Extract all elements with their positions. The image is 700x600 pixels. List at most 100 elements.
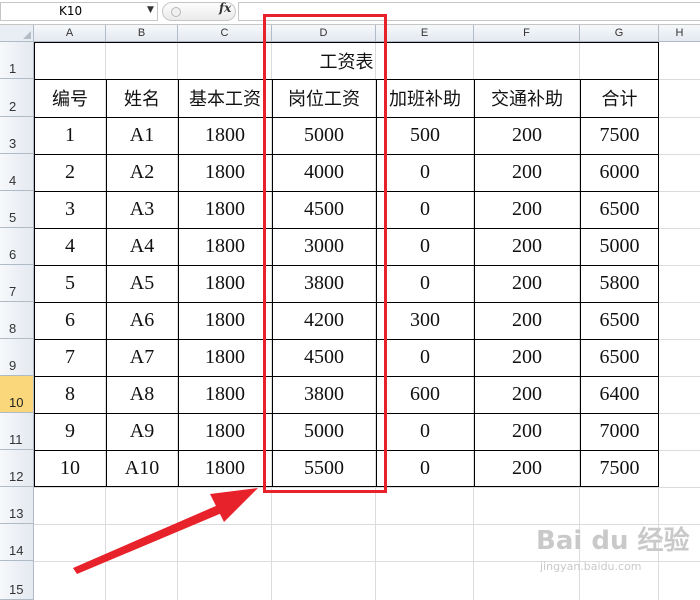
column-header-a[interactable]: A bbox=[34, 25, 106, 42]
table-cell[interactable]: 10 bbox=[34, 450, 106, 487]
table-cell[interactable]: 5000 bbox=[272, 117, 376, 154]
table-cell[interactable]: 4000 bbox=[272, 154, 376, 191]
table-cell[interactable]: A1 bbox=[106, 117, 178, 154]
table-cell[interactable]: 6500 bbox=[580, 302, 659, 339]
table-cell[interactable]: 4200 bbox=[272, 302, 376, 339]
table-cell[interactable]: 0 bbox=[376, 413, 474, 450]
table-cell[interactable]: 7500 bbox=[580, 450, 659, 487]
table-cell[interactable]: 4 bbox=[34, 228, 106, 265]
table-cell[interactable]: 5 bbox=[34, 265, 106, 302]
table-cell[interactable]: 1800 bbox=[178, 376, 272, 413]
table-cell[interactable]: 1800 bbox=[178, 191, 272, 228]
table-cell[interactable]: A2 bbox=[106, 154, 178, 191]
table-cell[interactable]: 200 bbox=[474, 265, 580, 302]
table-cell[interactable]: 200 bbox=[474, 302, 580, 339]
row-header-5[interactable]: 5 bbox=[0, 191, 34, 228]
header-cell[interactable]: 姓名 bbox=[106, 79, 178, 117]
insert-function-icon[interactable]: fx bbox=[219, 1, 231, 15]
column-header-c[interactable]: C bbox=[178, 25, 272, 42]
table-cell[interactable]: 0 bbox=[376, 265, 474, 302]
table-cell[interactable]: 9 bbox=[34, 413, 106, 450]
table-cell[interactable]: 1800 bbox=[178, 339, 272, 376]
table-cell[interactable]: 0 bbox=[376, 191, 474, 228]
table-cell[interactable]: 1800 bbox=[178, 413, 272, 450]
row-header-3[interactable]: 3 bbox=[0, 117, 34, 154]
table-cell[interactable]: 3800 bbox=[272, 265, 376, 302]
table-cell[interactable]: A5 bbox=[106, 265, 178, 302]
table-cell[interactable]: A10 bbox=[106, 450, 178, 487]
header-cell[interactable]: 基本工资 bbox=[178, 79, 272, 117]
row-header-10[interactable]: 10 bbox=[0, 376, 34, 413]
table-cell[interactable]: 200 bbox=[474, 339, 580, 376]
column-header-h[interactable]: H bbox=[659, 25, 700, 42]
table-cell[interactable]: 3800 bbox=[272, 376, 376, 413]
table-cell[interactable]: 7500 bbox=[580, 117, 659, 154]
formula-input[interactable] bbox=[238, 2, 700, 21]
row-header-2[interactable]: 2 bbox=[0, 79, 34, 117]
table-cell[interactable]: 7 bbox=[34, 339, 106, 376]
row-header-6[interactable]: 6 bbox=[0, 228, 34, 265]
table-cell[interactable]: 200 bbox=[474, 376, 580, 413]
table-cell[interactable]: 200 bbox=[474, 228, 580, 265]
table-cell[interactable]: 4500 bbox=[272, 339, 376, 376]
table-cell[interactable]: 0 bbox=[376, 339, 474, 376]
table-cell[interactable]: 1 bbox=[34, 117, 106, 154]
table-cell[interactable]: 6000 bbox=[580, 154, 659, 191]
table-cell[interactable]: 8 bbox=[34, 376, 106, 413]
header-cell[interactable]: 岗位工资 bbox=[272, 79, 376, 117]
table-cell[interactable]: 6 bbox=[34, 302, 106, 339]
name-box[interactable]: K10 ▼ bbox=[0, 2, 158, 21]
table-cell[interactable]: 0 bbox=[376, 228, 474, 265]
row-header-13[interactable]: 13 bbox=[0, 487, 34, 524]
header-cell[interactable]: 交通补助 bbox=[474, 79, 580, 117]
table-cell[interactable]: 200 bbox=[474, 117, 580, 154]
row-header-12[interactable]: 12 bbox=[0, 450, 34, 487]
table-cell[interactable]: 5000 bbox=[580, 228, 659, 265]
table-cell[interactable]: A4 bbox=[106, 228, 178, 265]
name-box-dropdown-icon[interactable]: ▼ bbox=[147, 5, 154, 15]
select-all-corner[interactable] bbox=[0, 25, 34, 42]
row-header-1[interactable]: 1 bbox=[0, 42, 34, 79]
table-cell[interactable]: 1800 bbox=[178, 228, 272, 265]
row-header-14[interactable]: 14 bbox=[0, 524, 34, 561]
row-header-15[interactable]: 15 bbox=[0, 561, 34, 600]
table-cell[interactable]: 200 bbox=[474, 191, 580, 228]
table-cell[interactable]: 300 bbox=[376, 302, 474, 339]
row-header-4[interactable]: 4 bbox=[0, 154, 34, 191]
column-header-b[interactable]: B bbox=[106, 25, 178, 42]
row-header-11[interactable]: 11 bbox=[0, 413, 34, 450]
table-cell[interactable]: 7000 bbox=[580, 413, 659, 450]
table-title-cell[interactable]: 工资表 bbox=[34, 42, 659, 79]
table-cell[interactable]: 200 bbox=[474, 154, 580, 191]
table-cell[interactable]: 4500 bbox=[272, 191, 376, 228]
header-cell[interactable]: 合计 bbox=[580, 79, 659, 117]
table-cell[interactable]: A3 bbox=[106, 191, 178, 228]
table-cell[interactable]: 1800 bbox=[178, 450, 272, 487]
header-cell[interactable]: 编号 bbox=[34, 79, 106, 117]
table-cell[interactable]: A6 bbox=[106, 302, 178, 339]
table-cell[interactable]: 3000 bbox=[272, 228, 376, 265]
table-cell[interactable]: 5800 bbox=[580, 265, 659, 302]
column-header-f[interactable]: F bbox=[474, 25, 580, 42]
table-cell[interactable]: 1800 bbox=[178, 302, 272, 339]
table-cell[interactable]: 600 bbox=[376, 376, 474, 413]
row-header-7[interactable]: 7 bbox=[0, 265, 34, 302]
table-cell[interactable]: 6400 bbox=[580, 376, 659, 413]
row-header-9[interactable]: 9 bbox=[0, 339, 34, 376]
table-cell[interactable]: 6500 bbox=[580, 191, 659, 228]
table-cell[interactable]: 500 bbox=[376, 117, 474, 154]
table-cell[interactable]: 5000 bbox=[272, 413, 376, 450]
column-header-g[interactable]: G bbox=[580, 25, 659, 42]
table-cell[interactable]: 5500 bbox=[272, 450, 376, 487]
header-cell[interactable]: 加班补助 bbox=[376, 79, 474, 117]
table-cell[interactable]: A9 bbox=[106, 413, 178, 450]
table-cell[interactable]: 0 bbox=[376, 154, 474, 191]
table-cell[interactable]: A7 bbox=[106, 339, 178, 376]
table-cell[interactable]: 1800 bbox=[178, 154, 272, 191]
table-cell[interactable]: 200 bbox=[474, 450, 580, 487]
table-cell[interactable]: A8 bbox=[106, 376, 178, 413]
column-header-e[interactable]: E bbox=[376, 25, 474, 42]
table-cell[interactable]: 0 bbox=[376, 450, 474, 487]
table-cell[interactable]: 1800 bbox=[178, 265, 272, 302]
table-cell[interactable]: 3 bbox=[34, 191, 106, 228]
